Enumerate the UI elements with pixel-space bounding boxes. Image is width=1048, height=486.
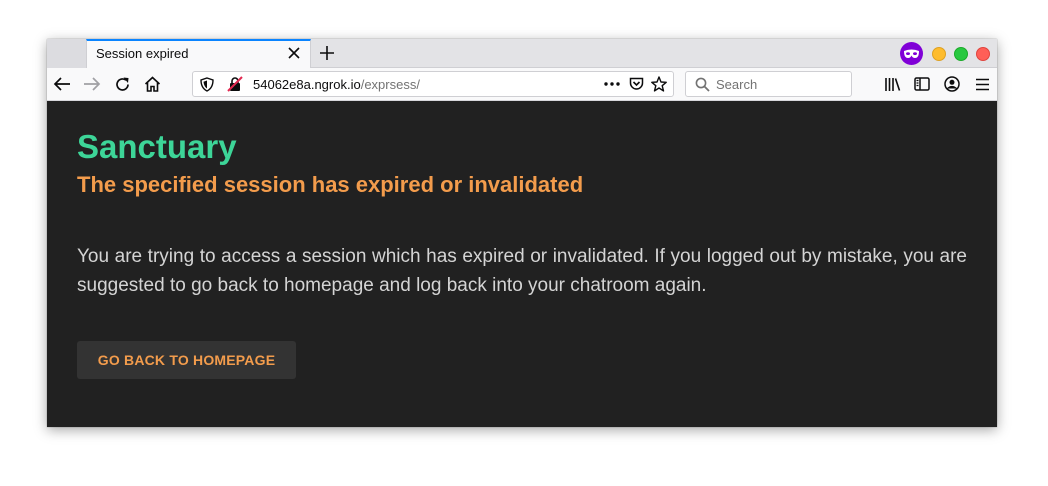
private-browsing-mask-icon	[900, 42, 923, 65]
page-content: Sanctuary The specified session has expi…	[47, 101, 997, 427]
navigation-toolbar: 54062e8a.ngrok.io/exprsess/ Search	[47, 68, 997, 101]
menu-hamburger-icon[interactable]	[972, 74, 992, 94]
url-text[interactable]: 54062e8a.ngrok.io/exprsess/	[253, 77, 420, 92]
bookmark-star-icon[interactable]	[651, 76, 667, 92]
tab-strip-spacer	[47, 39, 86, 68]
forward-arrow-icon[interactable]	[82, 74, 102, 94]
pocket-icon[interactable]	[628, 76, 644, 92]
window-close-button[interactable]	[976, 47, 990, 61]
window-maximize-button[interactable]	[954, 47, 968, 61]
sidebar-toggle-icon[interactable]	[912, 74, 932, 94]
search-icon	[694, 76, 710, 92]
url-path: /exprsess/	[360, 77, 420, 92]
tab-close-icon[interactable]	[286, 45, 302, 61]
reload-icon[interactable]	[112, 74, 132, 94]
tracking-shield-icon[interactable]	[199, 76, 215, 92]
go-back-to-homepage-button[interactable]: GO BACK TO HOMEPAGE	[77, 341, 296, 379]
search-placeholder: Search	[716, 77, 758, 92]
page-subtitle: The specified session has expired or inv…	[77, 172, 584, 197]
home-icon[interactable]	[142, 74, 162, 94]
page-actions-more-icon[interactable]	[604, 76, 620, 92]
expired-session-message: You are trying to access a session which…	[77, 246, 967, 296]
app-title: Sanctuary	[77, 128, 237, 165]
tab-session-expired[interactable]: Session expired	[86, 39, 311, 68]
search-bar[interactable]: Search	[685, 71, 852, 97]
tab-title: Session expired	[96, 46, 189, 61]
tab-strip: Session expired	[47, 39, 997, 68]
browser-window: Session expired 54062e8a.ngrok.io/exprse…	[47, 39, 997, 427]
url-host: 54062e8a.ngrok.io	[253, 77, 361, 92]
new-tab-plus-icon[interactable]	[317, 43, 337, 63]
library-icon[interactable]	[882, 74, 902, 94]
account-icon[interactable]	[942, 74, 962, 94]
back-arrow-icon[interactable]	[52, 74, 72, 94]
insecure-lock-icon[interactable]	[227, 76, 243, 92]
window-minimize-button[interactable]	[932, 47, 946, 61]
url-bar[interactable]: 54062e8a.ngrok.io/exprsess/	[192, 71, 674, 97]
